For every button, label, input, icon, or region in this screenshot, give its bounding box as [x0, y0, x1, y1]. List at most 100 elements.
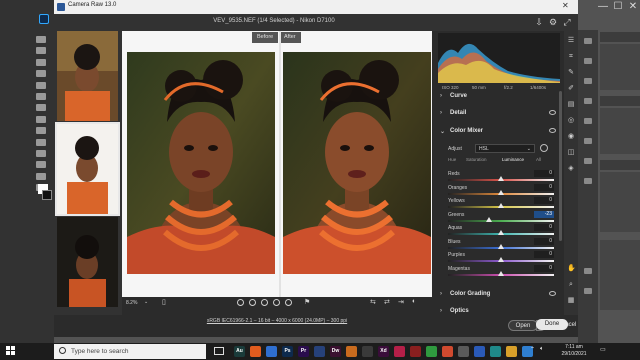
taskbar-app-icon[interactable] — [506, 346, 517, 357]
pen-tool-icon[interactable] — [36, 149, 46, 157]
grid-icon[interactable]: ▦ — [567, 297, 575, 305]
before-after-view-icon[interactable]: ⇆ — [370, 298, 376, 306]
visibility-eye-icon[interactable] — [549, 291, 556, 296]
taskbar-app-icon[interactable] — [458, 346, 469, 357]
zoom-dropdown-icon[interactable]: ⌄ — [144, 299, 148, 305]
gradient-icon[interactable]: ▤ — [567, 101, 575, 109]
subtab-hue[interactable]: Hue — [448, 157, 456, 162]
zoom-icon[interactable]: ⌕ — [567, 281, 575, 289]
brush-tool-icon[interactable] — [36, 92, 46, 100]
targeted-adjustment-icon[interactable] — [540, 144, 548, 152]
taskbar-app-icon[interactable]: Pr — [298, 346, 309, 357]
glyphs-icon[interactable] — [584, 268, 592, 274]
tray-chevron-icon[interactable]: ⌃ — [530, 346, 535, 353]
taskbar-clock[interactable]: 7:11 am 29/10/2021 — [556, 344, 592, 358]
clone-tool-icon[interactable] — [36, 104, 46, 112]
taskbar-app-icon[interactable] — [346, 346, 357, 357]
paths-icon[interactable] — [584, 158, 592, 164]
taskbar-app-icon[interactable] — [250, 346, 261, 357]
taskbar-app-icon[interactable] — [426, 346, 437, 357]
slider-value-field[interactable]: 0 — [534, 224, 554, 231]
adjust-select[interactable]: HSL ⌄ — [475, 144, 535, 153]
swap-settings-icon[interactable]: ⇄ — [384, 298, 390, 306]
move-tool-icon[interactable] — [36, 36, 46, 43]
adjustments-icon[interactable] — [584, 98, 592, 104]
copy-settings-icon[interactable]: ⇥ — [398, 298, 404, 306]
subtab-all[interactable]: All — [536, 157, 541, 162]
taskbar-app-icon[interactable] — [490, 346, 501, 357]
slider-value-field[interactable]: 0 — [534, 197, 554, 204]
panel-curve[interactable]: › Curve — [438, 91, 560, 103]
eraser-tool-icon[interactable] — [36, 115, 46, 123]
background-color-swatch[interactable] — [42, 190, 52, 200]
filmstrip-thumbnail-selected[interactable] — [55, 122, 120, 216]
panel-color-mixer[interactable]: ⌄ Color Mixer — [438, 126, 560, 138]
settings-gear-icon[interactable]: ⚙ — [548, 17, 558, 27]
hand-icon[interactable]: ✋ — [567, 265, 576, 273]
rating-star-icon[interactable] — [249, 299, 256, 306]
taskbar-app-icon[interactable] — [314, 346, 325, 357]
gradient-tool-icon[interactable] — [36, 127, 46, 135]
swatches-icon[interactable] — [584, 178, 592, 184]
rating-star-icon[interactable] — [237, 299, 244, 306]
slider-handle[interactable] — [498, 189, 504, 195]
taskbar-app-icon[interactable] — [410, 346, 421, 357]
libraries-icon[interactable] — [584, 288, 592, 294]
slider-value-field[interactable]: -23 — [534, 210, 554, 218]
zoom-level[interactable]: 8.2% — [126, 300, 137, 306]
panel-detail[interactable]: › Detail — [438, 108, 560, 120]
fullscreen-icon[interactable]: ⤢ — [562, 17, 572, 27]
snapshots-icon[interactable]: ◫ — [567, 149, 575, 157]
channels-icon[interactable] — [584, 138, 592, 144]
taskbar-app-icon[interactable] — [266, 346, 277, 357]
slider-value-field[interactable]: 0 — [534, 264, 554, 272]
dialog-close-icon[interactable]: ✕ — [562, 1, 569, 10]
save-icon[interactable]: ⇩ — [534, 17, 544, 27]
slider-handle[interactable] — [498, 270, 504, 276]
panel-color-grading[interactable]: › Color Grading — [438, 289, 560, 301]
slider-value-field[interactable]: 0 — [534, 170, 554, 177]
task-view-icon[interactable] — [214, 347, 224, 355]
marquee-tool-icon[interactable] — [36, 47, 46, 55]
path-select-tool-icon[interactable] — [36, 172, 46, 180]
history-icon[interactable] — [584, 38, 592, 44]
visibility-eye-icon[interactable] — [549, 110, 556, 115]
taskbar-app-icon[interactable]: Xd — [378, 346, 389, 357]
done-button[interactable]: Done — [536, 319, 568, 330]
slider-handle[interactable] — [498, 243, 504, 249]
crop-icon[interactable]: ⌗ — [567, 53, 575, 61]
filmstrip-thumbnail[interactable] — [57, 217, 118, 307]
filmstrip-thumbnail[interactable] — [57, 31, 118, 121]
eyedropper-tool-icon[interactable] — [36, 81, 46, 89]
rating-star-icon[interactable] — [261, 299, 268, 306]
flag-icon[interactable]: ⚑ — [304, 298, 310, 306]
taskbar-search-box[interactable]: Type here to search — [54, 344, 206, 359]
healing-icon[interactable]: ✎ — [567, 69, 575, 77]
tab-before[interactable]: Before — [252, 32, 279, 43]
visibility-eye-icon[interactable] — [549, 128, 556, 133]
properties-icon[interactable] — [584, 118, 592, 124]
taskbar-app-icon[interactable]: Ps — [282, 346, 293, 357]
panel-scrollbar[interactable] — [559, 91, 562, 241]
workflow-options-link[interactable]: sRGB IEC61966-2.1 – 16 bit – 4000 x 6000… — [122, 318, 432, 324]
slider-handle[interactable] — [498, 257, 504, 262]
taskbar-app-icon[interactable] — [362, 346, 373, 357]
open-button[interactable]: Open — [508, 320, 538, 331]
volume-icon[interactable]: 🔈︎ — [540, 346, 544, 353]
subtab-saturation[interactable]: Saturation — [466, 157, 487, 162]
slider-value-field[interactable]: 0 — [534, 183, 554, 191]
rating-star-icon[interactable] — [285, 299, 292, 306]
presets-icon[interactable]: ◈ — [567, 165, 575, 173]
crop-tool-icon[interactable] — [36, 70, 46, 78]
taskbar-app-icon[interactable]: Au — [234, 346, 245, 357]
filmstrip-toggle-icon[interactable]: ▯ — [162, 298, 166, 306]
windows-start-icon[interactable] — [6, 346, 16, 356]
lasso-tool-icon[interactable] — [36, 58, 46, 66]
panel-optics[interactable]: › Optics — [438, 306, 560, 315]
dodge-tool-icon[interactable] — [36, 138, 46, 146]
slider-value-field[interactable]: 0 — [534, 237, 554, 245]
slider-value-field[interactable]: 0 — [534, 251, 554, 258]
mask-brush-icon[interactable]: ✐ — [567, 85, 575, 93]
radial-filter-icon[interactable]: ◎ — [567, 117, 575, 125]
slider-handle[interactable] — [498, 176, 504, 181]
